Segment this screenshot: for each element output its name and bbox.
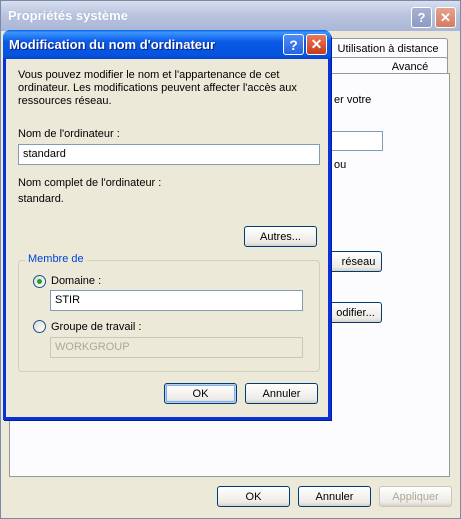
dialog-ok-button-label: OK — [192, 387, 209, 400]
dialog-titlebar: Modification du nom d'ordinateur ? ✕ — [3, 30, 331, 59]
ok-button-label: OK — [245, 490, 262, 503]
description-line-1: Vous pouvez modifier le nom et l'apparte… — [18, 69, 280, 81]
description-line-3: ressources réseau. — [18, 95, 112, 107]
computer-name-dialog: Modification du nom d'ordinateur ? ✕ Vou… — [3, 30, 331, 420]
member-of-label: Membre de — [25, 253, 87, 265]
partial-text-2: ou — [334, 159, 347, 171]
ok-button[interactable]: OK — [217, 486, 290, 507]
help-icon[interactable]: ? — [283, 34, 304, 55]
modify-button-label: odifier... — [336, 306, 375, 319]
tab-remote-usage-label: Utilisation à distance — [337, 43, 439, 55]
domain-input[interactable]: STIR — [50, 290, 303, 311]
apply-button: Appliquer — [379, 486, 452, 507]
cancel-button-label: Annuler — [315, 490, 354, 503]
workgroup-input: WORKGROUP — [50, 337, 303, 358]
dialog-cancel-button[interactable]: Annuler — [245, 383, 318, 404]
background-input[interactable] — [325, 131, 383, 151]
domain-radio[interactable] — [33, 275, 46, 288]
tab-remote-usage[interactable]: Utilisation à distance — [328, 38, 448, 59]
network-button-label: réseau — [341, 255, 376, 268]
dialog-cancel-button-label: Annuler — [262, 387, 301, 400]
computer-name-input[interactable]: standard — [18, 144, 320, 165]
close-icon[interactable]: ✕ — [306, 34, 327, 55]
network-button[interactable]: réseau — [325, 251, 382, 272]
workgroup-radio[interactable] — [33, 320, 46, 333]
help-icon[interactable]: ? — [411, 7, 432, 28]
tab-advanced-label: Avancé — [391, 60, 429, 73]
system-properties-titlebar: Propriétés système ? ✕ — [1, 1, 460, 31]
computer-name-label: Nom de l'ordinateur : — [18, 128, 120, 140]
dialog-ok-button[interactable]: OK — [164, 383, 237, 404]
description-line-2: ordinateur. Les modifications peuvent af… — [18, 82, 297, 94]
workgroup-label[interactable]: Groupe de travail : — [51, 321, 142, 333]
domain-label[interactable]: Domaine : — [51, 275, 101, 287]
radio-selected-dot — [37, 279, 42, 284]
cancel-button[interactable]: Annuler — [298, 486, 371, 507]
apply-button-label: Appliquer — [392, 490, 439, 503]
more-button[interactable]: Autres... — [244, 226, 317, 247]
more-button-label: Autres... — [260, 230, 301, 243]
dialog-title: Modification du nom d'ordinateur — [9, 37, 216, 52]
modify-button[interactable]: odifier... — [325, 302, 382, 323]
system-properties-title: Propriétés système — [8, 8, 128, 23]
close-icon[interactable]: ✕ — [435, 7, 456, 28]
partial-text-1: er votre — [334, 94, 372, 106]
full-name-value: standard. — [18, 193, 64, 205]
full-name-label: Nom complet de l'ordinateur : — [18, 177, 162, 189]
